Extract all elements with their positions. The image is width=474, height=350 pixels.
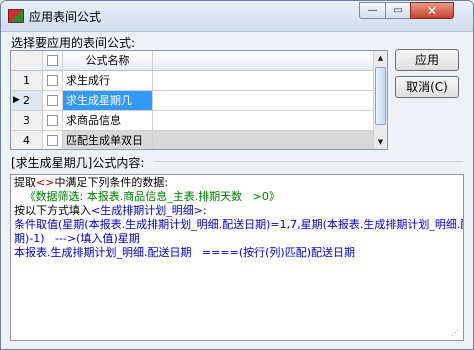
- row-checkbox-cell[interactable]: [43, 111, 63, 130]
- row-filler-cell[interactable]: [153, 111, 373, 130]
- row-number: 3: [11, 111, 43, 130]
- apply-button[interactable]: 应用: [395, 49, 459, 71]
- scroll-down-arrow-icon[interactable]: ▼: [374, 135, 387, 149]
- resize-grip-icon[interactable]: ⋰: [451, 328, 461, 338]
- column-header-filler: [153, 51, 373, 70]
- formula-content-box[interactable]: 提取<>中满足下列条件的数据: 《数据筛选: 本报表.商品信息_主表.排期天数 …: [10, 174, 464, 341]
- scrollbar-thumb[interactable]: [375, 67, 386, 125]
- section-divider: [155, 161, 463, 162]
- formula-line-5: 期)-1) --->(填入值)星期: [14, 232, 140, 245]
- row-checkbox-cell[interactable]: [43, 91, 63, 110]
- column-header-formula-name[interactable]: 公式名称: [63, 51, 153, 70]
- cancel-button[interactable]: 取消(C): [395, 76, 459, 98]
- table-row-selected[interactable]: ▶ 2 求生成星期几: [11, 91, 373, 111]
- dialog-window: 应用表间公式 — ▭ ✕ 选择要应用的表间公式: 公式名称 1 求生成行 ▶ 2…: [0, 0, 474, 350]
- row-number: 1: [11, 71, 43, 90]
- row-number: 4: [11, 131, 43, 149]
- row-checkbox-cell[interactable]: [43, 71, 63, 90]
- formula-name-cell[interactable]: 匹配生成单双日: [63, 131, 153, 149]
- formula-text: 提取: [14, 176, 36, 189]
- formula-name-cell[interactable]: 求商品信息: [63, 111, 153, 130]
- formula-grid: 公式名称 1 求生成行 ▶ 2 求生成星期几 3 求商品信息 4 匹配生成单双日…: [10, 50, 388, 150]
- window-title: 应用表间公式: [29, 10, 102, 24]
- minimize-icon: —: [367, 5, 378, 16]
- maximize-button[interactable]: ▭: [385, 2, 410, 19]
- grid-header-row: 公式名称: [11, 51, 373, 71]
- row-checkbox[interactable]: [47, 115, 58, 126]
- formula-target: <生成排期计划_明细>: [91, 204, 203, 217]
- title-bar[interactable]: 应用表间公式 — ▭ ✕: [1, 1, 473, 32]
- formula-line-3: 按以下方式填入<生成排期计划_明细>:: [14, 204, 207, 218]
- table-row[interactable]: 1 求生成行: [11, 71, 373, 91]
- app-icon: [8, 9, 24, 23]
- maximize-icon: ▭: [393, 5, 403, 16]
- row-filler-cell[interactable]: [153, 71, 373, 90]
- header-num-cell: [11, 51, 43, 70]
- minimize-button[interactable]: —: [359, 2, 385, 19]
- row-filler-cell[interactable]: [153, 131, 373, 149]
- scroll-up-arrow-icon[interactable]: ▲: [374, 51, 387, 65]
- formula-text: 按以下方式填入: [14, 204, 91, 217]
- formula-name-cell[interactable]: 求生成行: [63, 71, 153, 90]
- row-number-cell: ▶ 2: [11, 91, 43, 110]
- select-formula-label: 选择要应用的表间公式:: [11, 36, 136, 50]
- table-row[interactable]: 4 匹配生成单双日: [11, 131, 373, 149]
- row-checkbox[interactable]: [47, 135, 58, 146]
- row-checkbox[interactable]: [47, 95, 58, 106]
- row-filler-cell[interactable]: [153, 91, 373, 110]
- formula-line-4: 条件取值(星期(本报表.生成排期计划_明细.配送日期)=1,7,星期(本报表.生…: [14, 218, 464, 231]
- formula-line-2: 《数据筛选: 本报表.商品信息_主表.排期天数 >0》: [14, 190, 280, 203]
- formula-source: <>: [36, 176, 55, 189]
- formula-line-6: 本报表.生成排期计划_明细.配送日期 ====(按行(列)匹配)配送日期: [14, 246, 356, 259]
- formula-content-label: [求生成星期几]公式内容:: [11, 156, 145, 170]
- row-checkbox-cell[interactable]: [43, 131, 63, 149]
- close-icon: ✕: [426, 4, 438, 18]
- formula-line-1: 提取<>中满足下列条件的数据:: [14, 176, 168, 190]
- formula-text: 中满足下列条件的数据:: [54, 176, 169, 189]
- table-row[interactable]: 3 求商品信息: [11, 111, 373, 131]
- current-row-marker-icon: ▶: [13, 95, 20, 105]
- header-select-all-cell[interactable]: [43, 51, 63, 70]
- grid-vertical-scrollbar[interactable]: ▲ ▼: [373, 51, 387, 149]
- row-checkbox[interactable]: [47, 75, 58, 86]
- formula-name-cell[interactable]: 求生成星期几: [63, 91, 153, 110]
- select-all-checkbox[interactable]: [47, 55, 58, 66]
- formula-text: :: [202, 204, 207, 217]
- row-number: 2: [23, 94, 30, 107]
- close-button[interactable]: ✕: [410, 2, 454, 19]
- grid-body: 公式名称 1 求生成行 ▶ 2 求生成星期几 3 求商品信息 4 匹配生成单双日: [11, 51, 373, 149]
